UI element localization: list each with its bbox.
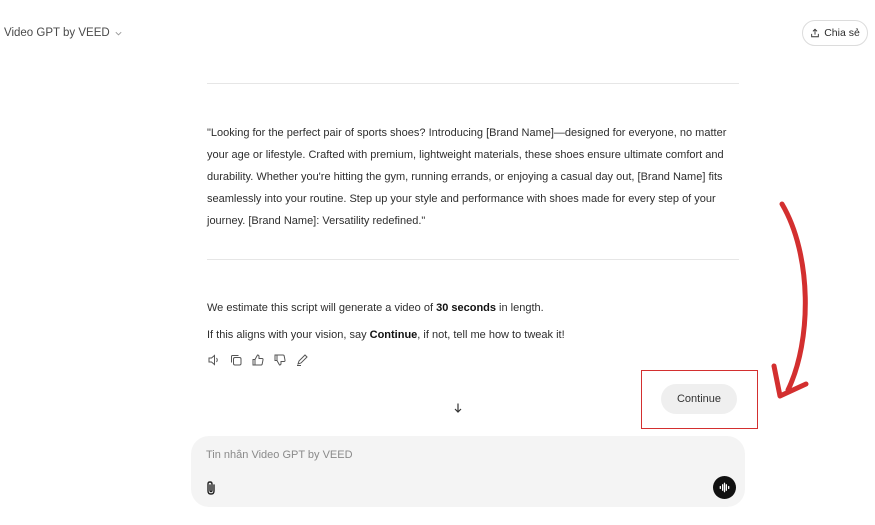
curved-arrow-annotation: [771, 201, 809, 399]
copy-icon: [231, 355, 242, 366]
app-title: Video GPT by VEED: [4, 27, 110, 39]
divider-top: [207, 83, 739, 84]
app-title-dropdown[interactable]: Video GPT by VEED: [4, 27, 123, 39]
chevron-down-icon: [115, 31, 122, 35]
thumbs-down-icon: [274, 354, 286, 366]
confirm-instruction: If this aligns with your vision, say Con…: [207, 329, 565, 341]
confirm-keyword: Continue: [369, 329, 418, 341]
read-aloud-button[interactable]: [207, 353, 221, 367]
edit-button[interactable]: [295, 353, 309, 367]
voice-icon: [719, 482, 730, 493]
message-composer: [191, 436, 745, 507]
highlight-box: [641, 370, 758, 429]
speaker-icon: [208, 354, 218, 366]
voice-mode-button[interactable]: [713, 476, 736, 499]
arrow-down-icon: [454, 403, 462, 413]
share-icon: [811, 28, 819, 38]
divider-bottom: [207, 259, 739, 260]
bad-response-button[interactable]: [273, 353, 287, 367]
share-label: Chia sẻ: [824, 27, 860, 39]
confirm-text-end: , if not, tell me how to tweak it!: [417, 329, 565, 341]
estimate-text-start: We estimate this script will generate a …: [207, 302, 437, 314]
estimate-text: We estimate this script will generate a …: [207, 302, 544, 314]
good-response-button[interactable]: [251, 353, 265, 367]
share-button[interactable]: Chia sẻ: [802, 20, 868, 46]
paperclip-icon[interactable]: [204, 480, 218, 496]
scroll-down-button[interactable]: [448, 398, 468, 418]
thumbs-up-icon: [252, 354, 264, 366]
edit-icon: [297, 354, 308, 366]
estimate-duration: 30 seconds: [436, 302, 496, 314]
copy-button[interactable]: [229, 353, 243, 367]
estimate-text-end: in length.: [496, 302, 544, 314]
confirm-text-start: If this aligns with your vision, say: [207, 329, 370, 341]
script-quote: "Looking for the perfect pair of sports …: [207, 127, 727, 227]
message-actions: [207, 353, 309, 367]
message-input[interactable]: [204, 446, 688, 464]
